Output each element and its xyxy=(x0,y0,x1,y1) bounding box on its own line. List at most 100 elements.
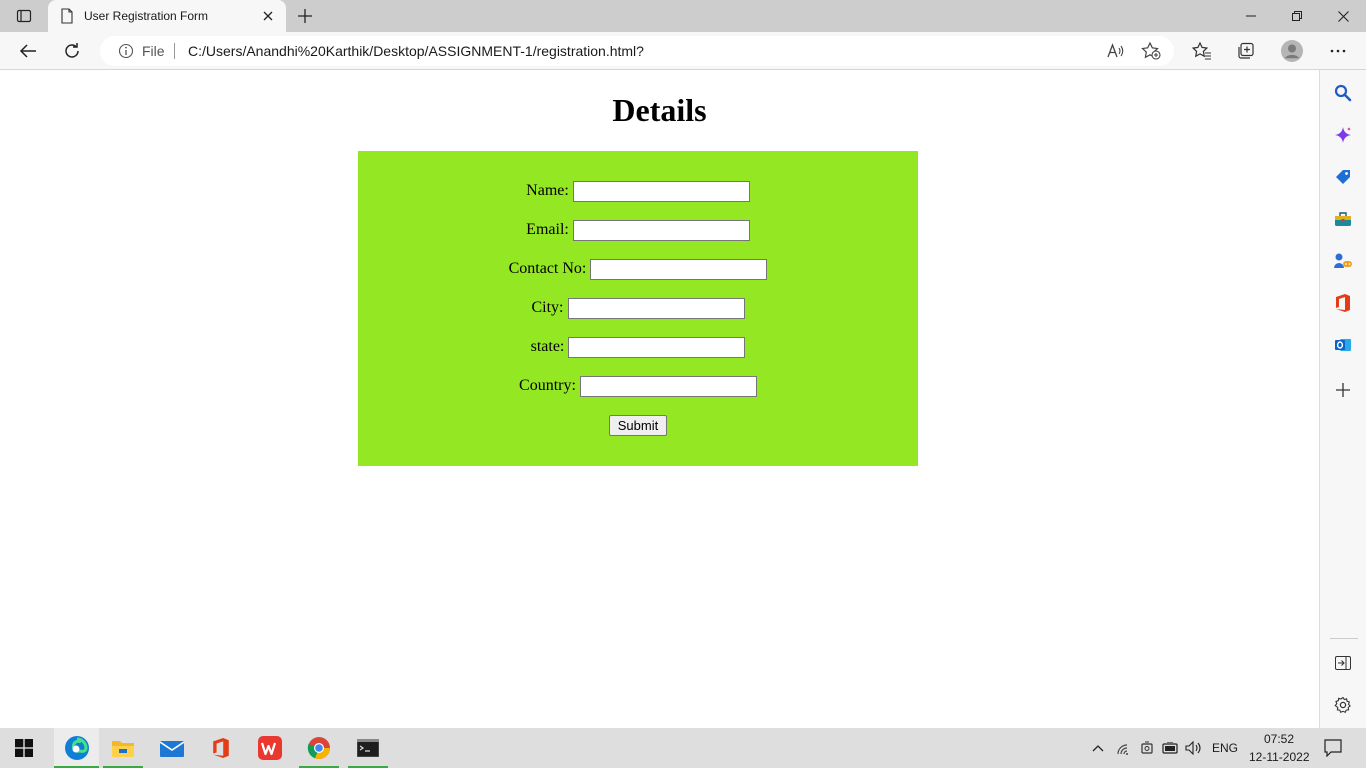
close-icon xyxy=(263,11,273,21)
close-tab-button[interactable] xyxy=(260,8,276,24)
sidebar-shopping-button[interactable] xyxy=(1332,166,1354,188)
tag-icon xyxy=(1336,170,1350,184)
sidebar-search-button[interactable] xyxy=(1332,82,1354,104)
submit-button[interactable]: Submit xyxy=(609,415,667,436)
taskbar-office[interactable] xyxy=(201,728,241,768)
games-icon xyxy=(1334,253,1352,268)
start-button[interactable] xyxy=(4,728,44,768)
settings-more-button[interactable] xyxy=(1322,36,1354,66)
refresh-icon xyxy=(65,43,79,58)
close-window-button[interactable] xyxy=(1320,0,1366,32)
name-label: Name: xyxy=(526,182,569,199)
contact-input[interactable] xyxy=(590,258,768,280)
avatar-icon xyxy=(1281,40,1303,62)
minimize-button[interactable] xyxy=(1228,0,1274,32)
page-heading: Details xyxy=(612,92,707,128)
language-indicator[interactable]: ENG xyxy=(1212,741,1238,755)
sidebar-office-button[interactable] xyxy=(1332,292,1354,314)
country-input[interactable] xyxy=(579,375,757,397)
office-icon xyxy=(213,738,229,758)
wifi-icon xyxy=(1117,744,1128,755)
windows-logo-icon xyxy=(15,739,33,757)
sidebar-divider xyxy=(1330,638,1358,639)
wps-icon xyxy=(258,736,282,760)
restore-button[interactable] xyxy=(1274,0,1320,32)
mail-icon xyxy=(160,741,184,757)
notification-center-button[interactable] xyxy=(1323,738,1343,758)
windows-taskbar: ENG 07:52 12-11-2022 xyxy=(0,728,1366,768)
taskbar-command-prompt[interactable] xyxy=(348,728,388,768)
taskbar-chrome[interactable] xyxy=(299,728,339,768)
favorites-button[interactable] xyxy=(1186,36,1218,66)
tab-actions-button[interactable] xyxy=(8,4,40,28)
minimize-icon xyxy=(1246,15,1256,17)
outlook-icon xyxy=(1335,339,1351,351)
clock-time[interactable]: 07:52 xyxy=(1264,732,1294,746)
plus-icon xyxy=(1336,383,1350,397)
email-input[interactable] xyxy=(572,219,750,241)
battery-status[interactable] xyxy=(1160,738,1180,758)
sidebar-outlook-button[interactable] xyxy=(1332,334,1354,356)
sidebar-copilot-button[interactable] xyxy=(1332,124,1354,146)
collapse-panel-icon xyxy=(1335,656,1351,670)
sidebar-games-button[interactable] xyxy=(1332,250,1354,272)
back-arrow-icon xyxy=(19,44,36,58)
network-status[interactable] xyxy=(1114,738,1134,758)
taskbar-file-explorer[interactable] xyxy=(103,728,143,768)
toolbox-icon xyxy=(1335,212,1351,226)
chrome-icon xyxy=(307,737,330,759)
gear-icon xyxy=(1334,696,1351,714)
device-status[interactable] xyxy=(1137,738,1157,758)
state-label: state: xyxy=(530,338,565,355)
state-row: state: xyxy=(358,336,918,358)
edge-sidebar xyxy=(1319,70,1366,728)
refresh-button[interactable] xyxy=(56,36,88,66)
scheme-label: File xyxy=(142,43,165,59)
show-hidden-icons-button[interactable] xyxy=(1088,738,1108,758)
country-label: Country: xyxy=(519,377,576,394)
registration-form: Name: Email: Contact No: City: state: Co… xyxy=(358,151,918,466)
close-icon xyxy=(1337,10,1349,22)
email-label: Email: xyxy=(526,221,569,238)
address-divider xyxy=(174,43,175,59)
search-icon xyxy=(1334,84,1352,102)
star-add-icon xyxy=(1141,42,1161,60)
sidebar-add-button[interactable] xyxy=(1332,379,1354,401)
read-aloud-button[interactable] xyxy=(1104,41,1126,61)
sidebar-settings-button[interactable] xyxy=(1332,694,1354,716)
notification-icon xyxy=(1324,739,1342,757)
chevron-up-icon xyxy=(1092,745,1104,752)
info-icon[interactable] xyxy=(118,43,134,59)
city-input[interactable] xyxy=(567,297,745,319)
taskbar-edge[interactable] xyxy=(54,728,99,768)
browser-tab-active[interactable]: User Registration Form xyxy=(48,0,286,32)
office-icon xyxy=(1336,294,1350,312)
volume-control[interactable] xyxy=(1184,738,1204,758)
battery-icon xyxy=(1162,742,1178,754)
speaker-icon xyxy=(1185,741,1201,755)
contact-row: Contact No: xyxy=(358,258,918,280)
browser-title-bar: User Registration Form xyxy=(0,0,1366,32)
collections-button[interactable] xyxy=(1230,36,1262,66)
back-button[interactable] xyxy=(12,36,44,66)
state-input[interactable] xyxy=(568,336,746,358)
read-aloud-icon xyxy=(1107,43,1124,58)
sidebar-tools-button[interactable] xyxy=(1332,208,1354,230)
url-text[interactable]: C:/Users/Anandhi%20Karthik/Desktop/ASSIG… xyxy=(188,43,644,59)
email-row: Email: xyxy=(358,219,918,241)
tab-title: User Registration Form xyxy=(84,9,209,23)
taskbar-mail[interactable] xyxy=(152,728,192,768)
address-bar[interactable]: File C:/Users/Anandhi%20Karthik/Desktop/… xyxy=(100,36,1174,66)
new-tab-button[interactable] xyxy=(292,4,318,28)
more-dots-icon xyxy=(1330,49,1346,53)
hide-sidebar-button[interactable] xyxy=(1332,652,1354,674)
name-input[interactable] xyxy=(572,180,750,202)
clock-date[interactable]: 12-11-2022 xyxy=(1249,750,1310,764)
profile-button[interactable] xyxy=(1276,36,1308,66)
name-row: Name: xyxy=(358,180,918,202)
browser-toolbar: File C:/Users/Anandhi%20Karthik/Desktop/… xyxy=(0,32,1366,70)
taskbar-wps[interactable] xyxy=(250,728,290,768)
contact-label: Contact No: xyxy=(508,260,587,277)
add-favorite-button[interactable] xyxy=(1140,41,1162,61)
tab-actions-icon xyxy=(16,9,32,23)
